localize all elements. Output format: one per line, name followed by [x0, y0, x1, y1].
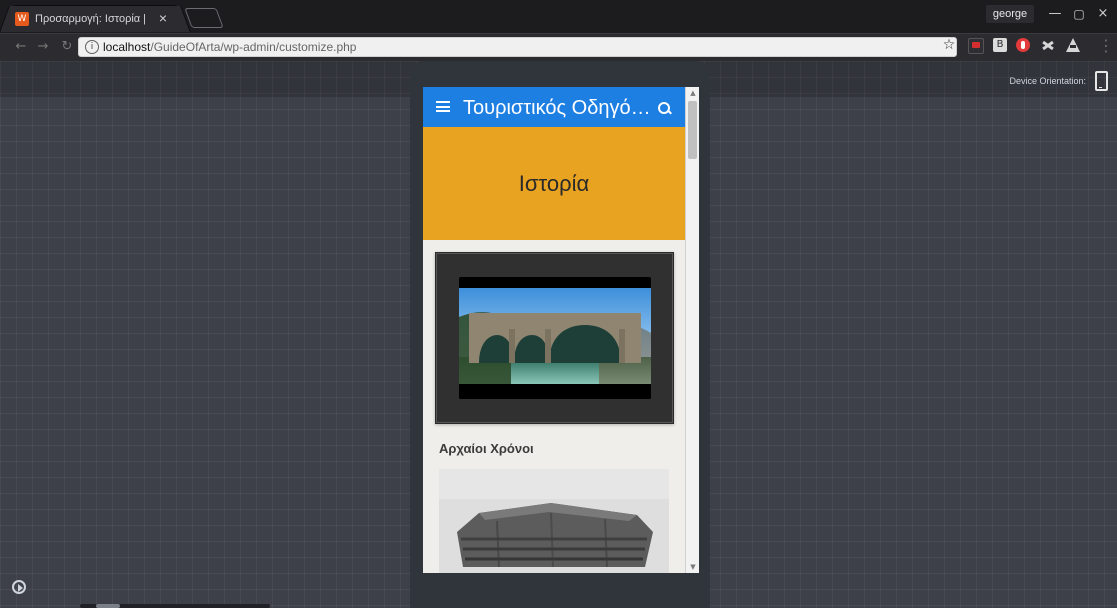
tab-close-icon[interactable]: ×	[155, 10, 171, 26]
tab-title: Προσαρμογή: Ιστορία | Τ	[35, 13, 149, 25]
customizer-workspace: Device Orientation: Τουριστικός Οδηγό… Ι…	[0, 61, 1117, 608]
reload-icon[interactable]: ↻	[60, 40, 74, 54]
page-hero: Ιστορία	[423, 127, 685, 240]
browser-tab[interactable]: W Προσαρμογή: Ιστορία | Τ ×	[10, 5, 180, 32]
new-tab-button[interactable]	[184, 8, 224, 28]
b-extension-icon[interactable]	[993, 38, 1007, 52]
scroll-down-icon[interactable]: ▼	[686, 561, 699, 573]
maximize-window-icon[interactable]: ▢	[1067, 2, 1091, 26]
mobile-preview: Τουριστικός Οδηγό… Ιστορία Αρχαίοι Χρόνο…	[423, 87, 699, 573]
site-header: Τουριστικός Οδηγό…	[423, 87, 685, 127]
minimize-window-icon[interactable]: —	[1043, 2, 1067, 26]
page-content: Αρχαίοι Χρόνοι	[423, 240, 685, 573]
forward-icon[interactable]: →	[36, 40, 50, 54]
scroll-up-icon[interactable]: ▲	[686, 87, 699, 99]
hamburger-menu-icon[interactable]	[436, 101, 450, 112]
drive-extension-icon[interactable]	[1066, 38, 1080, 52]
close-window-icon[interactable]: ×	[1091, 2, 1115, 26]
browser-menu-icon[interactable]: ⋮	[1098, 37, 1114, 55]
url-path: /GuideOfArta/wp-admin/customize.php	[150, 40, 357, 54]
red-extension-icon[interactable]	[968, 38, 984, 54]
url-text[interactable]: localhost/GuideOfArta/wp-admin/customize…	[103, 39, 643, 55]
tab-inner: W Προσαρμογή: Ιστορία | Τ ×	[11, 6, 179, 32]
opera-extension-icon[interactable]	[1016, 38, 1030, 52]
device-orientation-label: Device Orientation:	[1009, 76, 1086, 86]
bottom-strip	[80, 604, 270, 608]
ancient-stones-photo	[439, 469, 669, 573]
url-host: localhost	[103, 40, 151, 54]
url-omnibox[interactable]: i localhost/GuideOfArta/wp-admin/customi…	[78, 37, 957, 57]
device-orientation-phone-icon[interactable]	[1095, 71, 1108, 91]
site-title[interactable]: Τουριστικός Οδηγό…	[463, 97, 653, 119]
bridge-photo	[459, 277, 651, 399]
section-title: Αρχαίοι Χρόνοι	[439, 441, 534, 456]
scrollbar-thumb[interactable]	[688, 101, 697, 159]
browser-titlebar: W Προσαρμογή: Ιστορία | Τ × george — ▢ ×	[0, 0, 1117, 34]
tools-extension-icon[interactable]	[1041, 38, 1055, 52]
tab-favicon-icon: W	[15, 12, 29, 26]
site-info-icon[interactable]: i	[85, 40, 99, 54]
page-title: Ιστορία	[518, 171, 590, 196]
profile-name[interactable]: george	[986, 5, 1034, 23]
bookmark-star-icon[interactable]: ☆	[942, 38, 956, 52]
featured-image-card	[435, 252, 674, 424]
back-icon[interactable]: ←	[14, 40, 28, 54]
search-icon[interactable]	[657, 101, 671, 115]
window-controls: — ▢ ×	[1043, 2, 1115, 26]
preview-scrollbar[interactable]: ▲ ▼	[685, 87, 699, 573]
play-icon[interactable]	[12, 580, 26, 594]
browser-addressbar: ← → ↻ i localhost/GuideOfArta/wp-admin/c…	[0, 33, 1117, 62]
